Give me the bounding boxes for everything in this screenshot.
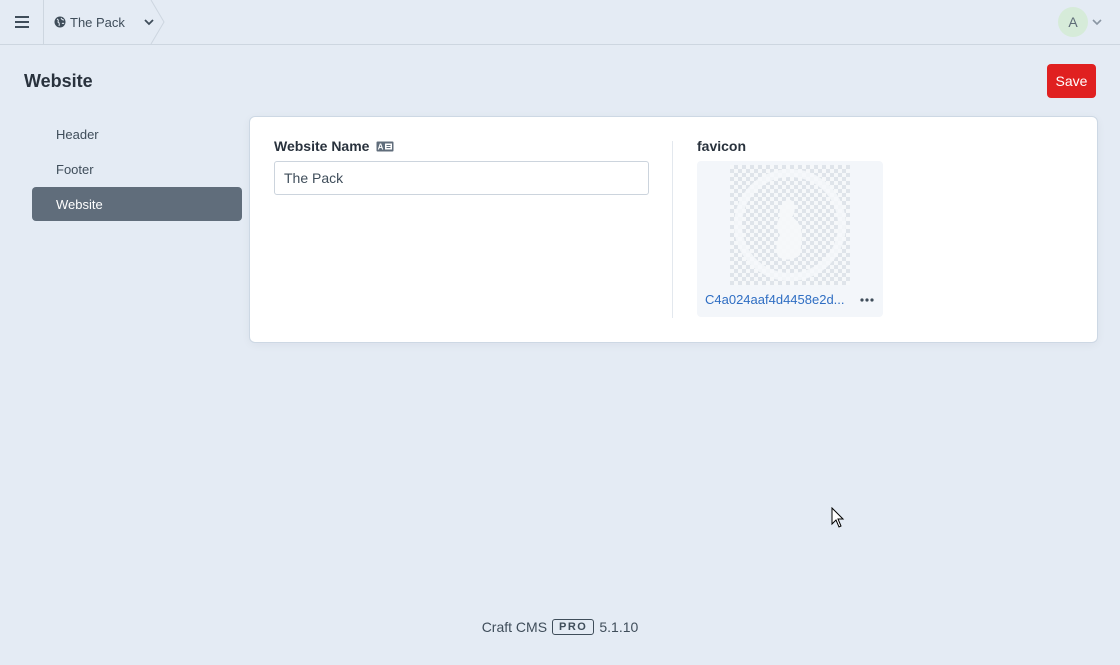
product-name: Craft CMS (481, 619, 548, 635)
sidebar-item-header[interactable]: Header (32, 117, 242, 151)
chevron-down-icon (1092, 18, 1102, 25)
footer: Craft CMS PRO 5.1.10 (0, 619, 1120, 635)
site-name: The Pack (70, 14, 125, 30)
favicon-asset-card[interactable]: C4a024aaf4d4458e2d... (697, 161, 883, 317)
favicon-thumbnail[interactable] (730, 165, 850, 285)
website-name-label: Website Name A (274, 138, 394, 154)
page-title: Website (24, 71, 93, 91)
edition-badge: PRO (552, 619, 595, 635)
asset-actions-button[interactable] (859, 292, 875, 308)
site-switcher[interactable]: The Pack (44, 0, 164, 44)
version-number: 5.1.10 (599, 619, 639, 635)
field-divider (672, 141, 673, 318)
globe-icon (54, 16, 66, 28)
ellipsis-icon (860, 298, 874, 302)
sidebar-item-website[interactable]: Website (32, 187, 242, 221)
website-name-input[interactable]: The Pack (274, 161, 649, 195)
save-button[interactable]: Save (1047, 64, 1096, 98)
breadcrumb-separator (150, 0, 165, 44)
user-menu-button[interactable]: A (1058, 7, 1102, 37)
favicon-filename-link[interactable]: C4a024aaf4d4458e2d... (705, 292, 851, 307)
nav-toggle-button[interactable] (0, 0, 44, 44)
top-bar: The Pack A (0, 0, 1120, 45)
avatar: A (1058, 7, 1088, 37)
mouse-cursor-icon (831, 507, 845, 528)
sidebar-item-footer[interactable]: Footer (32, 152, 242, 186)
website-name-label-text: Website Name (274, 138, 370, 154)
favicon-label: favicon (697, 138, 747, 154)
global-sets-sidebar: Header Footer Website (32, 117, 242, 222)
hamburger-icon (14, 16, 29, 28)
translatable-icon: A (376, 141, 394, 152)
content-card: Website Name A The Pack favicon C4a024aa… (250, 117, 1097, 342)
svg-text:A: A (378, 142, 384, 151)
